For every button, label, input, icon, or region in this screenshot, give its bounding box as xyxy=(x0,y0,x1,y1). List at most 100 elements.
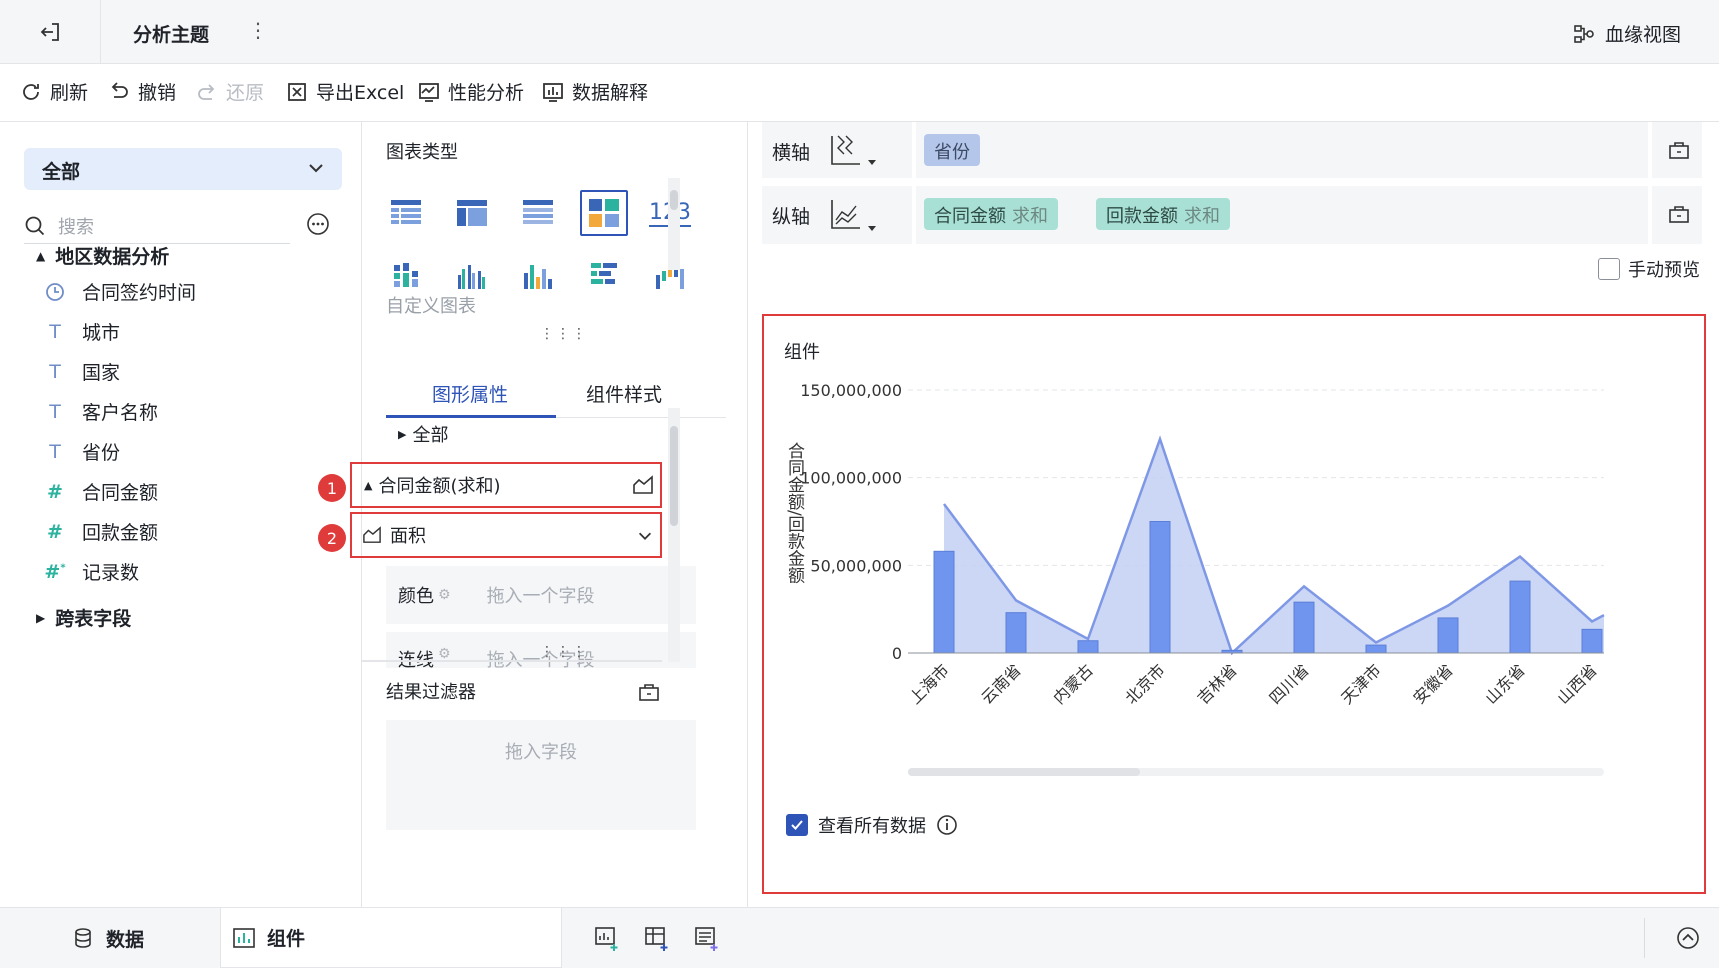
chart-type-title: 图表类型 xyxy=(386,142,458,163)
chip-label: 省份 xyxy=(934,142,970,163)
scrollbar-thumb[interactable] xyxy=(670,190,678,210)
add-pivot-icon[interactable] xyxy=(644,926,670,952)
tab-widget[interactable]: 组件 xyxy=(220,908,562,968)
pivot-table-icon[interactable] xyxy=(448,190,496,236)
add-chart-icon[interactable] xyxy=(594,926,620,952)
bar xyxy=(1581,628,1603,654)
view-all-label: 查看所有数据 xyxy=(818,816,926,837)
caret-right-icon: ▶ xyxy=(36,610,46,625)
hash-icon: # xyxy=(47,480,63,503)
field-item[interactable]: # 回款金额 xyxy=(44,518,158,545)
lock-icon[interactable] xyxy=(1668,138,1690,160)
view-all-checkbox[interactable] xyxy=(786,814,808,836)
drop-hint: 拖入一个字段 xyxy=(486,586,595,607)
shape-select-value: 面积 xyxy=(390,526,426,547)
collapse-up-icon[interactable] xyxy=(1676,926,1700,950)
exit-icon[interactable] xyxy=(38,20,62,44)
more-options-icon[interactable] xyxy=(306,212,330,236)
hash-icon: # xyxy=(47,520,63,543)
tab-data[interactable]: 数据 xyxy=(72,908,144,968)
custom-chart-link[interactable]: 自定义图表 xyxy=(386,292,476,318)
scrollbar-thumb[interactable] xyxy=(908,768,1140,776)
chip-aggregation: 求和 xyxy=(1184,206,1220,227)
undo-button[interactable]: 撤销 xyxy=(108,78,176,105)
divider xyxy=(1648,122,1652,178)
page-title: 分析主题 xyxy=(133,24,210,46)
refresh-icon xyxy=(23,83,39,100)
y-field-chip[interactable]: 合同金额 求和 xyxy=(924,198,1058,230)
lock-icon[interactable] xyxy=(1668,202,1690,224)
add-table-icon[interactable] xyxy=(694,926,720,952)
color-slot[interactable]: 颜色 ⚙ 拖入一个字段 xyxy=(386,566,696,624)
field-label: 国家 xyxy=(82,362,121,384)
clock-icon xyxy=(46,282,64,301)
chevron-down-icon xyxy=(638,532,652,540)
field-item[interactable]: 合同签约时间 xyxy=(44,278,196,305)
field-item[interactable]: # 合同金额 xyxy=(44,478,158,505)
info-icon[interactable] xyxy=(936,814,958,836)
lineage-view-button[interactable]: 血缘视图 xyxy=(1573,20,1681,47)
x-axis-label: 横轴 xyxy=(772,142,811,164)
x-tick-label: 内蒙古 xyxy=(1049,660,1096,707)
manual-preview-checkbox[interactable] xyxy=(1598,258,1620,280)
horizontal-bar-icon[interactable] xyxy=(580,252,628,298)
drag-handle-icon[interactable]: ⋮⋮⋮ xyxy=(540,326,588,342)
all-properties-row[interactable]: ▶ 全部 xyxy=(386,412,696,456)
chart-type-scrollbar[interactable] xyxy=(668,178,680,270)
export-excel-button[interactable]: 导出Excel xyxy=(286,78,404,105)
result-filter-drop-zone[interactable]: 拖入字段 xyxy=(386,720,696,830)
y-axis-title: 合同金额/回款金额 xyxy=(784,442,805,584)
table-chart-icon[interactable] xyxy=(382,190,430,236)
tab-component-style[interactable]: 组件样式 xyxy=(586,380,662,407)
x-tick-label: 四川省 xyxy=(1265,660,1312,707)
field-label: 合同签约时间 xyxy=(82,282,197,304)
scrollbar-thumb[interactable] xyxy=(670,426,678,526)
bar xyxy=(1365,644,1387,654)
x-tick-label: 山东省 xyxy=(1481,660,1528,707)
bar xyxy=(1293,601,1315,654)
x-axis-icon[interactable] xyxy=(828,132,888,172)
detail-table-icon[interactable] xyxy=(514,190,562,236)
field-item[interactable]: T 客户名称 xyxy=(44,398,158,425)
combo-chart-icon[interactable] xyxy=(580,190,628,236)
x-tick-label: 吉林省 xyxy=(1193,660,1240,707)
field-item[interactable]: T 城市 xyxy=(44,318,120,345)
chart-icon xyxy=(233,927,255,948)
data-explain-button[interactable]: 数据解释 xyxy=(542,78,648,105)
field-item[interactable]: T 国家 xyxy=(44,358,120,385)
search-input[interactable]: 搜索 xyxy=(24,208,290,244)
more-menu-icon[interactable]: ⋮ xyxy=(248,18,268,42)
annotation-badge: 1 xyxy=(318,474,346,502)
excel-icon xyxy=(288,82,306,101)
y-field-chip[interactable]: 回款金额 求和 xyxy=(1096,198,1230,230)
database-icon xyxy=(75,928,91,948)
redo-button[interactable]: 还原 xyxy=(196,78,264,105)
caret-right-icon: ▶ xyxy=(398,427,407,441)
scope-select[interactable]: 全部 xyxy=(24,148,342,190)
tree-group-cross-table[interactable]: ▶ 跨表字段 xyxy=(36,604,131,631)
gear-icon[interactable]: ⚙ xyxy=(438,587,451,603)
field-item[interactable]: #* 记录数 xyxy=(44,558,139,585)
tree-group-region[interactable]: ▲ 地区数据分析 xyxy=(36,242,169,269)
y-tick-label: 150,000,000 xyxy=(800,381,902,400)
shape-select[interactable]: 面积 xyxy=(352,513,662,557)
undo-label: 撤销 xyxy=(138,82,177,104)
property-scrollbar[interactable] xyxy=(668,408,680,662)
tree-group-label: 地区数据分析 xyxy=(55,246,170,268)
refresh-button[interactable]: 刷新 xyxy=(20,78,88,105)
drag-handle-icon[interactable]: ⋮⋮⋮ xyxy=(540,644,588,660)
chart-hscrollbar[interactable] xyxy=(908,768,1604,776)
performance-analysis-button[interactable]: 性能分析 xyxy=(418,78,524,105)
field-item[interactable]: T 省份 xyxy=(44,438,120,465)
check-icon xyxy=(791,820,803,830)
lock-icon[interactable] xyxy=(638,680,660,702)
manual-preview-toggle[interactable]: 手动预览 xyxy=(1598,256,1700,282)
x-field-chip[interactable]: 省份 xyxy=(924,134,980,166)
field-panel: 全部 搜索 ▲ 地区数据分析 合同签约时间 T 城市 T 国家 T 客户名称 T… xyxy=(0,122,362,907)
bar-chart-icon[interactable] xyxy=(514,252,562,298)
view-all-data-toggle[interactable]: 查看所有数据 xyxy=(786,812,958,838)
measure-row[interactable]: ▲ 合同金额(求和) xyxy=(352,463,662,507)
performance-icon xyxy=(419,82,439,102)
y-axis-icon[interactable] xyxy=(828,196,888,236)
tab-graphic-properties[interactable]: 图形属性 xyxy=(432,380,508,407)
